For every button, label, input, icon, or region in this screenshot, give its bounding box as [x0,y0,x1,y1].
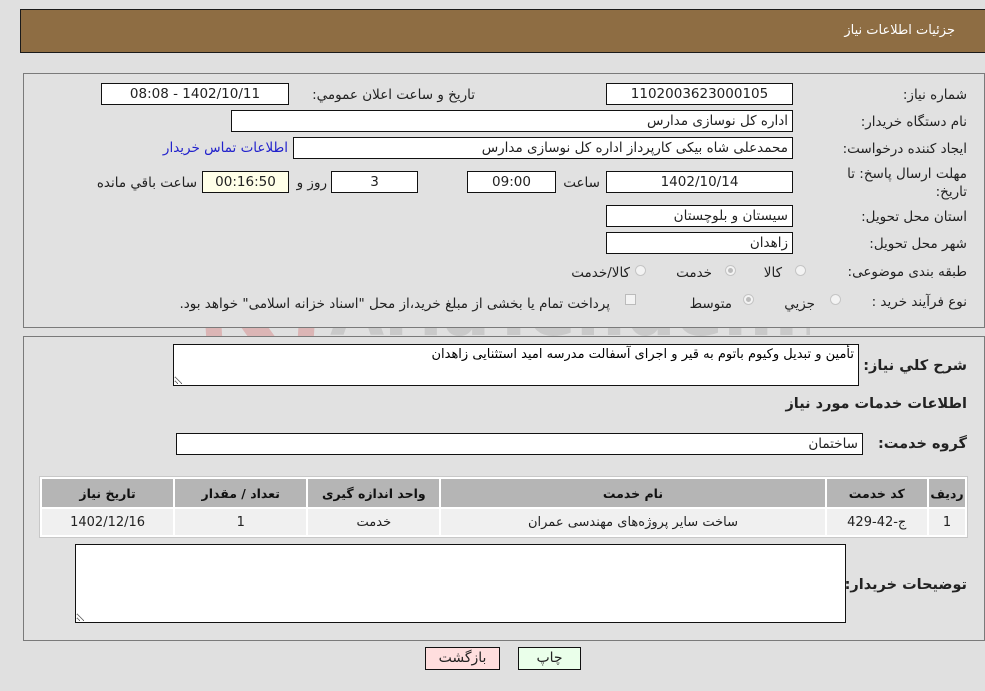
buyer-notes-textarea[interactable] [75,544,846,623]
page-title: جزئیات اطلاعات نیاز [844,23,955,38]
cell-date: 1402/12/16 [42,509,174,535]
deadline-label: مهلت ارسال پاسخ: تا تاریخ: [847,166,967,200]
services-table-header: ردیف کد خدمت نام خدمت واحد اندازه گیری ت… [42,479,965,507]
deadline-date-field: 1402/10/14 [606,171,793,193]
remaining-label: ساعت باقي مانده [96,175,197,191]
cell-qty: 1 [175,509,307,535]
need-number-field: 1102003623000105 [606,83,793,105]
back-button[interactable]: بازگشت [425,647,500,670]
table-row: 1 ج-42-429 ساخت سایر پروژه‌های مهندسی عم… [42,509,965,535]
announce-label: تاریخ و ساعت اعلان عمومي: [312,87,475,103]
description-textarea[interactable]: تأمین و تبدیل وکیوم باتوم به قیر و اجرای… [173,344,859,386]
col-qty: تعداد / مقدار [175,479,307,507]
category-option-service: خدمت [676,265,712,281]
days-remaining-field: 3 [331,171,418,193]
buyer-contact-link[interactable]: اطلاعات تماس خریدار [163,140,288,156]
service-group-label: گروه خدمت: [877,436,967,452]
process-radio-minor[interactable] [830,294,841,305]
cell-name: ساخت سایر پروژه‌های مهندسی عمران [441,509,825,535]
buyer-notes-label: توضیحات خریدار: [844,577,967,593]
col-code: کد خدمت [826,479,927,507]
category-option-goods: کالا [763,265,782,281]
city-field: زاهدان [606,232,793,254]
service-group-field: ساختمان [176,433,863,455]
requester-label: ایجاد کننده درخواست: [842,141,967,157]
process-option-medium: متوسط [689,296,732,312]
col-row: ردیف [928,479,965,507]
province-field: سیستان و بلوچستان [606,205,793,227]
category-radio-service[interactable] [725,265,736,276]
cell-unit: خدمت [308,509,440,535]
buyer-org-field: اداره کل نوسازی مدارس [231,110,793,132]
process-label: نوع فرآیند خرید : [871,294,967,310]
remaining-time-field: 00:16:50 [202,171,289,193]
announce-datetime-field: 1402/10/11 - 08:08 [101,83,289,105]
category-option-goods-service: کالا/خدمت [571,265,630,281]
page-header: جزئیات اطلاعات نیاز [20,9,985,53]
deadline-time-field: 09:00 [467,171,556,193]
process-radio-medium[interactable] [743,294,754,305]
description-label: شرح كلي نیاز: [863,358,967,374]
city-label: شهر محل تحویل: [869,236,967,252]
services-section-title: اطلاعات خدمات مورد نیاز [785,396,967,412]
category-label: طبقه بندی موضوعی: [847,264,967,280]
col-date: تاریخ نیاز [42,479,174,507]
province-label: استان محل تحویل: [861,209,967,225]
deadline-time-label: ساعت [563,175,600,191]
process-option-minor: جزيي [784,296,815,312]
category-radio-goods[interactable] [795,265,806,276]
requester-field: محمدعلی شاه بیکی کارپرداز اداره کل نوساز… [293,137,793,159]
days-label: روز و [296,175,327,191]
treasury-checkbox[interactable] [625,294,636,305]
need-number-label: شماره نیاز: [902,87,967,103]
col-name: نام خدمت [441,479,825,507]
buyer-org-label: نام دستگاه خریدار: [860,114,967,130]
category-radio-goods-service[interactable] [635,265,646,276]
cell-row: 1 [928,509,965,535]
cell-code: ج-42-429 [826,509,927,535]
treasury-checkbox-label: پرداخت تمام یا بخشی از مبلغ خرید،از محل … [179,296,610,312]
col-unit: واحد اندازه گیری [308,479,440,507]
print-button[interactable]: چاپ [518,647,581,670]
services-table: ردیف کد خدمت نام خدمت واحد اندازه گیری ت… [39,476,968,538]
